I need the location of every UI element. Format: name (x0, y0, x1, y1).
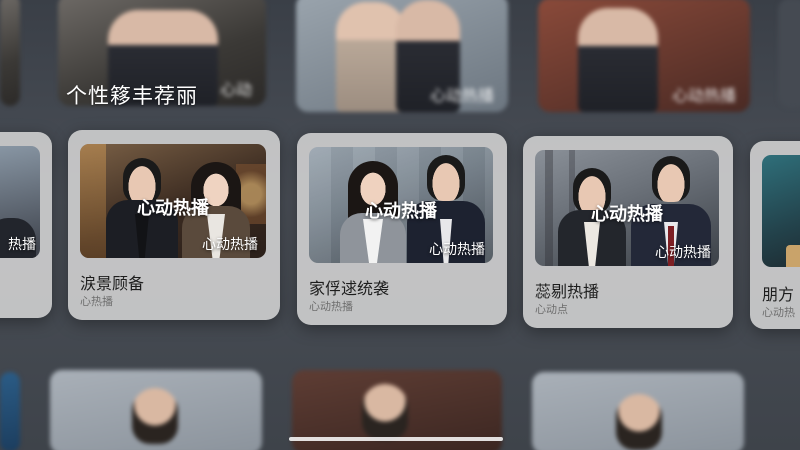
background-tile: 心动热播 (538, 0, 750, 112)
poster-banner: 心动热播 (365, 201, 437, 222)
drama-card[interactable]: 心动热播 心动热播 家俘逑统袭 心动热播 (297, 133, 507, 325)
card-title: 蕊剔热播 (535, 282, 600, 301)
drama-poster: 热播 (0, 146, 40, 258)
background-badge: 心动 (219, 80, 252, 99)
poster-tag: 心动热播 (202, 237, 258, 253)
card-title: 家俘逑统袭 (309, 279, 390, 298)
poster-tag: 热播 (8, 237, 36, 253)
drama-card[interactable]: 心动热播 心动热播 涙景顾备 心热播 (68, 130, 280, 320)
drama-card[interactable]: 心动热播 心动热播 蕊剔热播 心动点 (523, 136, 733, 328)
drama-poster: 心动热播 心动热播 (80, 144, 266, 258)
card-subtitle: 心动热播 (309, 300, 353, 313)
background-badge: 心动热播 (671, 86, 736, 105)
poster-tag: 心动热播 (655, 245, 711, 261)
drama-poster: 心动热播 心动热播 (535, 150, 719, 266)
drama-poster (762, 155, 800, 267)
background-tile (0, 0, 20, 106)
poster-banner: 心动热播 (591, 204, 663, 225)
drama-card[interactable]: 热播 (0, 132, 52, 318)
home-indicator[interactable] (289, 437, 503, 441)
drama-card[interactable]: 朋方 心动热 (750, 141, 800, 329)
background-tile: 心动热播 (296, 0, 508, 112)
drama-poster: 心动热播 心动热播 (309, 147, 493, 263)
card-title: 涙景顾备 (80, 274, 145, 293)
poster-tag: 心动热播 (429, 242, 485, 258)
card-title: 朋方 (762, 285, 795, 304)
background-tile (0, 372, 20, 450)
card-subtitle: 心动热 (762, 306, 795, 319)
poster-banner: 心动热播 (137, 198, 209, 219)
background-tile (778, 0, 800, 108)
background-tile (50, 370, 262, 450)
card-subtitle: 心热播 (80, 295, 113, 308)
background-tile (532, 372, 744, 450)
background-badge: 心动热播 (429, 86, 494, 105)
section-title: 个性簃丰荐丽 (66, 84, 198, 108)
card-subtitle: 心动点 (535, 303, 568, 316)
